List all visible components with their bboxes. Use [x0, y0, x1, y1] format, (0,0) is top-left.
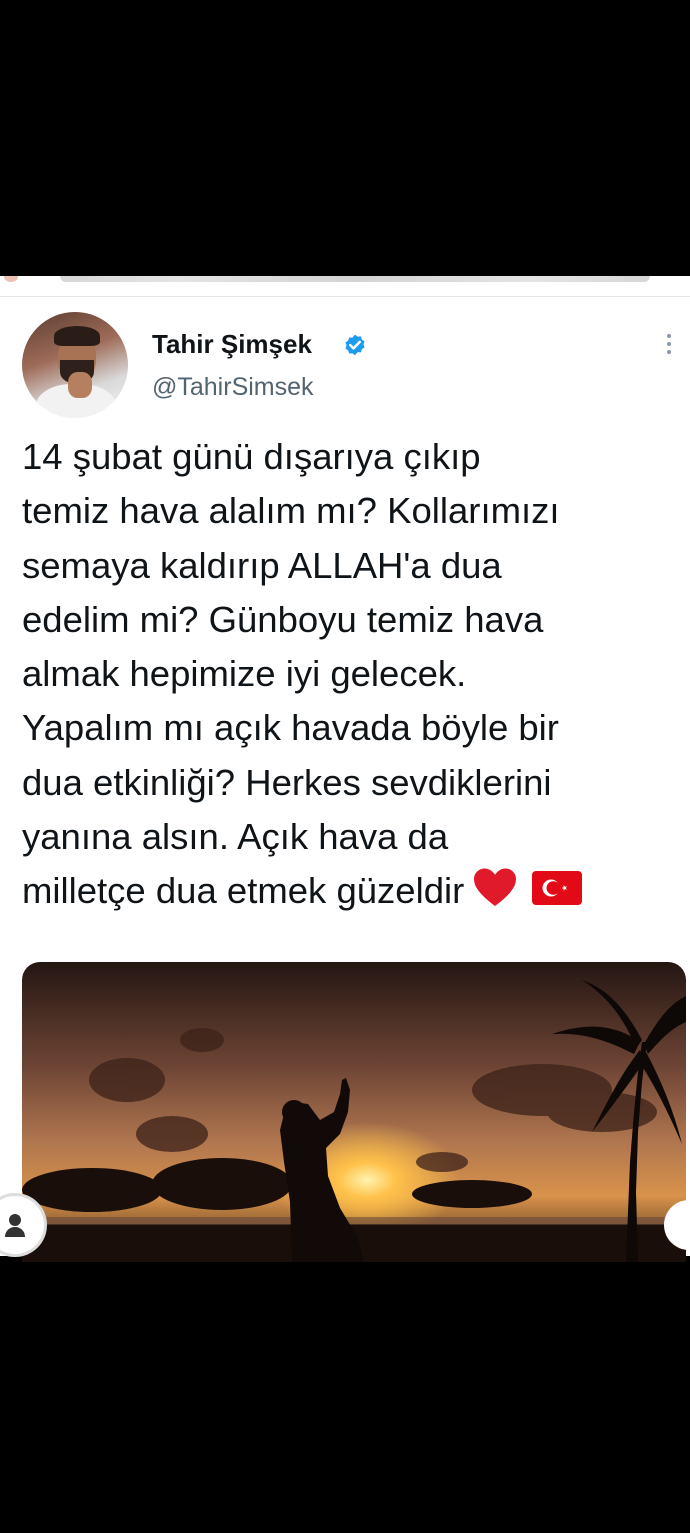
tweet-line: edelim mi? Günboyu temiz hava	[22, 598, 544, 640]
user-handle[interactable]: @TahirSimsek	[152, 373, 314, 402]
tweet-line: milletçe dua etmek güzeldir	[22, 870, 465, 912]
tweet-image[interactable]	[22, 962, 686, 1262]
previous-tweet-edge	[0, 276, 690, 296]
more-options-icon[interactable]	[660, 330, 678, 358]
tweet-last-line: milletçe dua etmek güzeldir	[22, 864, 682, 918]
divider	[0, 296, 690, 297]
tweet-line: temiz hava alalım mı? Kollarımızı	[22, 490, 560, 532]
avatar-hand	[68, 372, 92, 398]
red-heart-icon	[474, 868, 517, 907]
verified-badge-icon	[345, 334, 365, 356]
tweet-line: dua etkinliği? Herkes sevdiklerini	[22, 761, 552, 803]
avatar-hair	[54, 326, 100, 346]
avatar[interactable]	[22, 312, 128, 418]
turkey-flag-icon	[532, 871, 583, 906]
tweet-line: yanına alsın. Açık hava da	[22, 816, 449, 858]
tweet-line: almak hepimize iyi gelecek.	[22, 653, 467, 695]
tweet-line: semaya kaldırıp ALLAH'a dua	[22, 544, 502, 586]
tweet-line: 14 şubat günü dışarıya çıkıp	[22, 436, 481, 477]
tweet-text: 14 şubat günü dışarıya çıkıp temiz hava …	[22, 430, 682, 919]
user-name[interactable]: Tahir Şimşek	[152, 329, 312, 360]
previous-tweet-text-cut	[60, 276, 650, 282]
tweet-line: Yapalım mı açık havada böyle bir	[22, 707, 559, 749]
previous-avatar-edge	[4, 276, 18, 282]
